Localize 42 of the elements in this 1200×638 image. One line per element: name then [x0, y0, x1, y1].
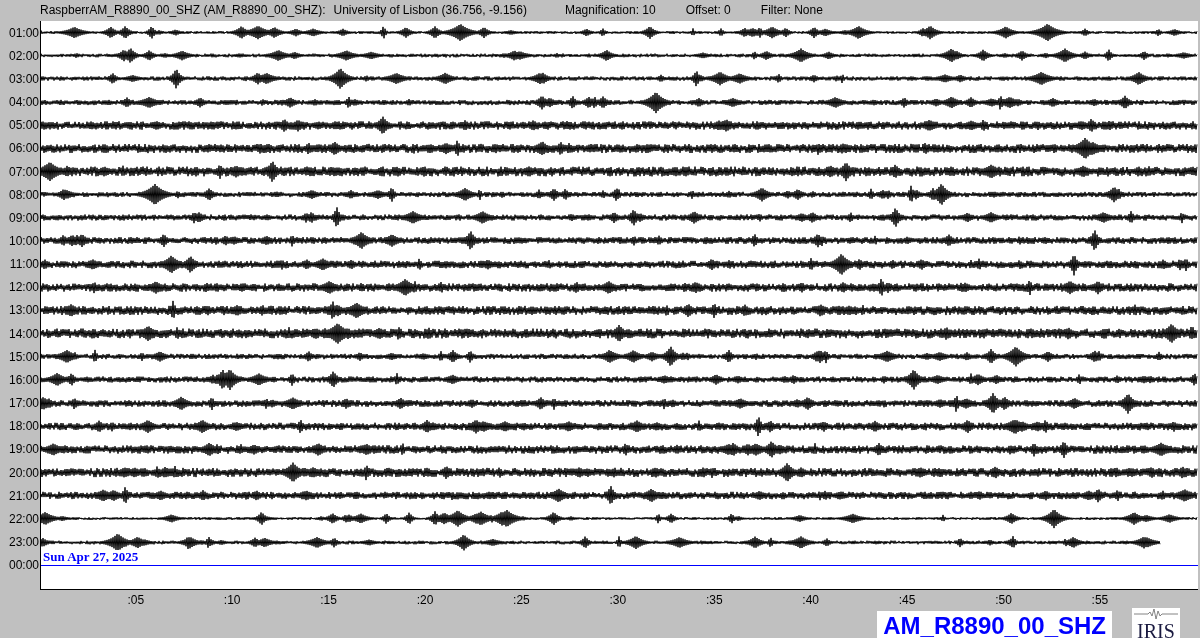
hour-label: 07:00	[7, 163, 40, 181]
hour-label: 15:00	[7, 348, 40, 366]
hour-label: 08:00	[7, 186, 40, 204]
hour-label: 06:00	[7, 140, 40, 158]
hour-label: 09:00	[7, 209, 40, 227]
axis-tick-label: :25	[513, 591, 530, 607]
station-title: RaspberrAM_R8890_00_SHZ (AM_R8890_00_SHZ):	[40, 3, 326, 17]
hour-label: 22:00	[7, 510, 40, 528]
magnification-text: Magnification: 10	[564, 3, 656, 17]
hour-label: 18:00	[7, 418, 40, 436]
filter-text: Filter: None	[760, 3, 823, 17]
hour-label: 10:00	[7, 233, 40, 250]
hour-label: 17:00	[7, 395, 40, 413]
hour-label: 20:00	[7, 464, 40, 482]
hour-label: 14:00	[7, 325, 40, 343]
axis-tick-label: :10	[223, 591, 241, 607]
axis-tick-label: :40	[802, 591, 819, 607]
axis-tick-label: :45	[898, 591, 916, 607]
hour-label: 23:00	[7, 534, 40, 551]
hour-label: 19:00	[7, 441, 40, 459]
iris-logo: IRIS	[1132, 607, 1180, 638]
offset-text: Offset: 0	[685, 3, 731, 17]
axis-tick-label: :05	[127, 591, 145, 607]
hour-label: 04:00	[7, 94, 40, 112]
hour-label: 11:00	[8, 256, 40, 274]
hour-label: 16:00	[7, 371, 40, 389]
hour-label: 02:00	[7, 47, 40, 65]
axis-tick-label: :30	[609, 591, 627, 607]
hour-label: 00:00	[7, 557, 40, 575]
hour-label: 21:00	[7, 487, 40, 505]
station-badge: AM_R8890_00_SHZ	[877, 610, 1112, 638]
hour-label: 13:00	[7, 302, 40, 320]
axis-tick-label: :55	[1091, 591, 1109, 607]
hour-label: 05:00	[7, 117, 40, 135]
hour-label: 03:00	[7, 70, 40, 88]
location-text: University of Lisbon (36.756, -9.156)	[333, 3, 527, 17]
hour-label: 12:00	[7, 279, 40, 297]
axis-tick-label: :35	[705, 591, 723, 607]
axis-tick-label: :50	[995, 591, 1012, 607]
axis-tick-label: :20	[416, 591, 434, 607]
hour-label: 01:00	[7, 24, 40, 42]
axis-tick-label: :15	[320, 591, 337, 607]
